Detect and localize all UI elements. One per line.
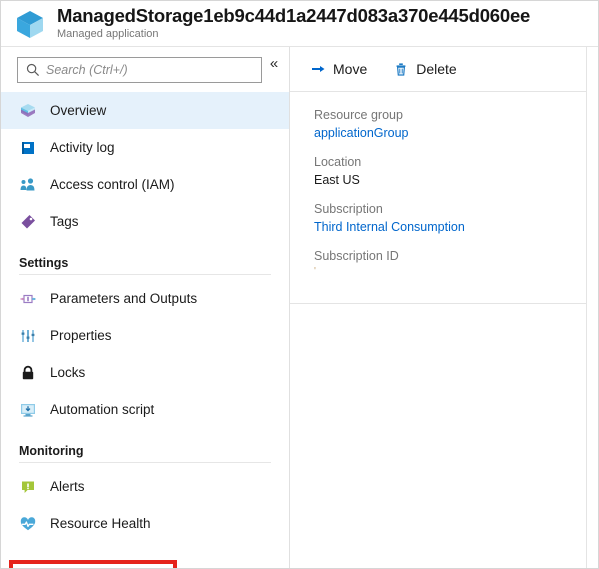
- section-title: Monitoring: [19, 444, 84, 458]
- property-label: Location: [314, 155, 362, 169]
- automation-script-icon: [19, 401, 37, 419]
- properties-icon: [19, 327, 37, 345]
- resource-group-link[interactable]: applicationGroup: [314, 124, 587, 142]
- property-resource-group: Resource group applicationGroup: [314, 106, 587, 142]
- resource-health-highlight-box: [9, 560, 177, 568]
- delete-button-label: Delete: [416, 61, 457, 77]
- property-label: Resource group: [314, 108, 403, 122]
- tags-icon: [19, 213, 37, 231]
- resource-properties-list: Resource group applicationGroup Location…: [290, 92, 587, 303]
- content-right-border: [586, 47, 587, 568]
- move-button[interactable]: Move: [310, 61, 367, 77]
- overview-icon: [19, 102, 37, 120]
- sidebar-item-locks[interactable]: Locks: [1, 354, 289, 391]
- sidebar-item-properties[interactable]: Properties: [1, 317, 289, 354]
- property-location: Location East US: [314, 153, 587, 189]
- sidebar-item-label: Overview: [50, 103, 107, 118]
- managed-application-cube-icon: [13, 7, 47, 41]
- resource-health-icon: [19, 515, 37, 533]
- sidebar-item-parameters-and-outputs[interactable]: Parameters and Outputs: [1, 280, 289, 317]
- header-text-block: ManagedStorage1eb9c44d1a2447d083a370e445…: [57, 4, 531, 41]
- collapse-menu-icon[interactable]: «: [265, 55, 283, 73]
- sidebar-item-activity-log[interactable]: Activity log: [1, 129, 289, 166]
- parameters-icon: [19, 290, 37, 308]
- search-box[interactable]: [17, 56, 262, 83]
- sidebar-item-label: Parameters and Outputs: [50, 291, 198, 306]
- activity-log-icon: [19, 139, 37, 157]
- blade-header: ManagedStorage1eb9c44d1a2447d083a370e445…: [1, 1, 598, 47]
- sidebar-item-label: Locks: [50, 365, 86, 380]
- blade-menu: « Overview: [1, 47, 290, 568]
- property-label: Subscription: [314, 202, 383, 216]
- move-button-label: Move: [333, 61, 368, 77]
- sidebar-item-label: Tags: [50, 214, 79, 229]
- locks-icon: [19, 364, 37, 382]
- sidebar-item-alerts[interactable]: Alerts: [1, 468, 289, 505]
- sidebar-item-tags[interactable]: Tags: [1, 203, 289, 240]
- sidebar-item-label: Automation script: [50, 402, 155, 417]
- sidebar-item-label: Properties: [50, 328, 112, 343]
- subscription-link[interactable]: Third Internal Consumption: [314, 218, 587, 236]
- search-row: «: [1, 47, 289, 92]
- search-input[interactable]: [46, 62, 246, 77]
- section-title: Settings: [19, 256, 69, 270]
- alerts-icon: [19, 478, 37, 496]
- access-control-icon: [19, 176, 37, 194]
- delete-button[interactable]: Delete: [393, 61, 457, 77]
- section-header-settings: Settings: [1, 240, 289, 270]
- trash-icon: [393, 61, 409, 77]
- sidebar-item-automation-script[interactable]: Automation script: [1, 391, 289, 428]
- sidebar-item-label: Alerts: [50, 479, 85, 494]
- sidebar-item-access-control[interactable]: Access control (IAM): [1, 166, 289, 203]
- section-header-monitoring: Monitoring: [1, 428, 289, 458]
- azure-portal-blade: ManagedStorage1eb9c44d1a2447d083a370e445…: [0, 0, 599, 569]
- content-divider: [290, 303, 587, 304]
- blade-content: Move Delete Resource group applicationGr…: [290, 47, 598, 568]
- sidebar-item-label: Activity log: [50, 140, 115, 155]
- subscription-id-value: ': [314, 266, 316, 277]
- location-value: East US: [314, 173, 360, 187]
- page-title: ManagedStorage1eb9c44d1a2447d083a370e445…: [57, 4, 531, 26]
- page-subtitle: Managed application: [57, 28, 159, 41]
- sidebar-item-resource-health[interactable]: Resource Health: [1, 505, 289, 542]
- property-subscription: Subscription Third Internal Consumption: [314, 200, 587, 236]
- menu-list: Overview Activity log Access control (IA…: [1, 92, 289, 542]
- sidebar-item-label: Resource Health: [50, 516, 151, 531]
- sidebar-item-overview[interactable]: Overview: [1, 92, 289, 129]
- section-divider: [19, 274, 271, 275]
- move-arrow-icon: [310, 61, 326, 77]
- search-icon: [26, 63, 40, 77]
- sidebar-item-label: Access control (IAM): [50, 177, 175, 192]
- section-divider: [19, 462, 271, 463]
- content-toolbar: Move Delete: [290, 47, 587, 92]
- property-label: Subscription ID: [314, 249, 399, 263]
- property-subscription-id: Subscription ID ': [314, 247, 587, 279]
